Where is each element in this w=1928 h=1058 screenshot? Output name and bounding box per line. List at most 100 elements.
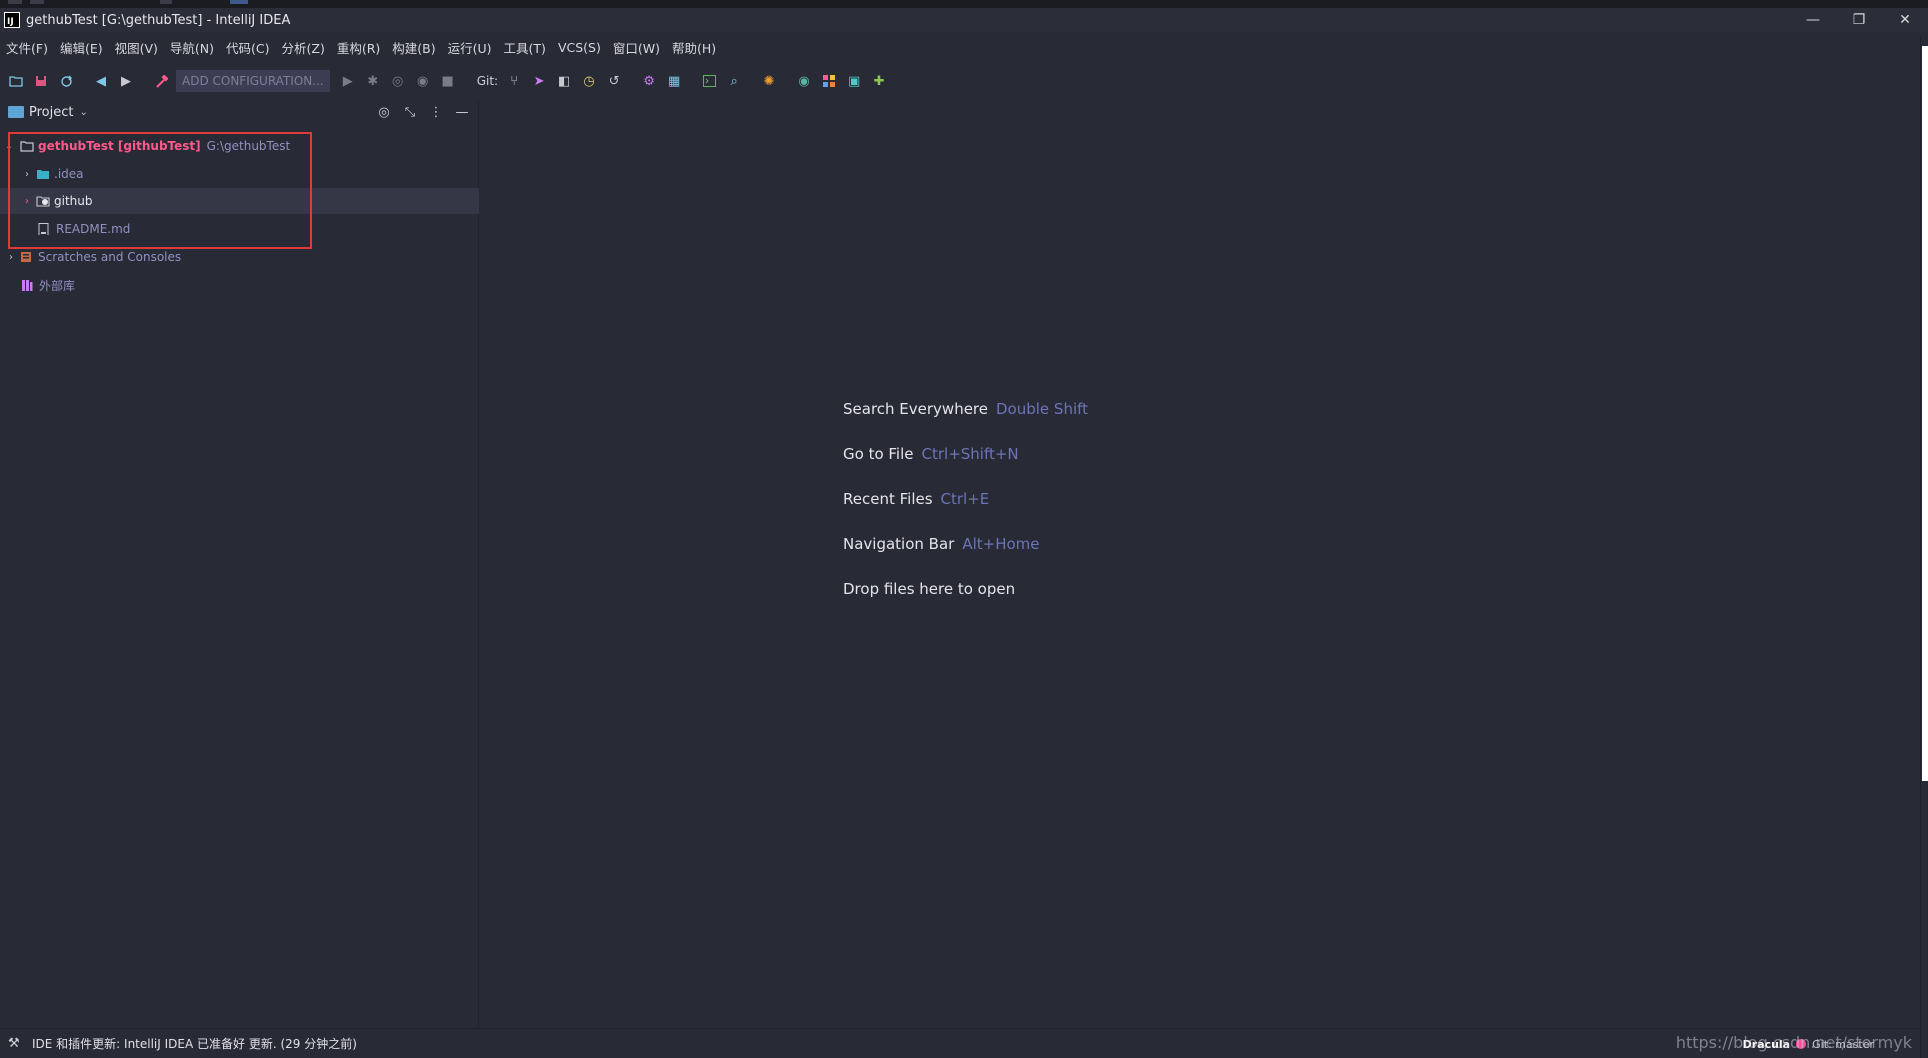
watermark-text: https://blog.csdn.net/stormyk [1675,1033,1912,1052]
menu-vcs[interactable]: VCS(S) [552,40,607,55]
puzzle-plugin-icon[interactable]: ✚ [869,71,889,91]
more-options-icon[interactable]: ⋮ [427,105,445,120]
debug-icon[interactable]: ✱ [363,71,383,91]
minimize-button[interactable]: — [1790,8,1836,32]
git-label: Git: [476,74,499,88]
welcome-action-label: Recent Files [843,490,933,508]
welcome-shortcut: Double Shift [996,400,1089,418]
main-toolbar: ◀ ▶ ADD CONFIGURATION... ▶ ✱ ◎ ◉ ■ Git: … [0,68,1920,94]
search-icon[interactable]: ⌕ [724,71,744,91]
welcome-action-label: Search Everywhere [843,400,988,418]
git-compare-icon[interactable]: ◧ [554,71,574,91]
taskbar-tab-active[interactable] [230,0,248,4]
tree-item-readme[interactable]: README.md [0,216,479,242]
tree-item-github[interactable]: › github [0,188,479,214]
tree-item-idea[interactable]: › .idea [0,161,479,187]
title-bar: IJ gethubTest [G:\gethubTest] - IntelliJ… [0,8,1928,32]
menu-help[interactable]: 帮助(H) [666,38,722,57]
welcome-shortcut: Alt+Home [962,535,1040,553]
colorful-grid-icon[interactable] [819,71,839,91]
os-taskbar-strip [0,0,1928,8]
stop-icon[interactable]: ■ [438,71,458,91]
chevron-right-icon[interactable]: › [22,169,32,180]
chevron-right-icon[interactable]: › [22,196,32,207]
collapse-all-icon[interactable]: ⤡ [401,105,419,120]
project-structure-icon[interactable]: ▦ [664,71,684,91]
tree-item-scratches[interactable]: › Scratches and Consoles [0,244,479,270]
menu-edit[interactable]: 编辑(E) [54,38,109,57]
git-update-icon[interactable]: ⑂ [504,71,524,91]
project-view-selector[interactable]: Project [29,105,73,120]
welcome-action-label: Go to File [843,445,914,463]
window-controls: — ❐ ✕ [1790,8,1928,32]
folder-icon [37,170,49,179]
build-hammer-icon[interactable] [151,71,171,91]
window-title: gethubTest [G:\gethubTest] - IntelliJ ID… [26,12,291,28]
status-message[interactable]: IDE 和插件更新: IntelliJ IDEA 已准备好 更新. (29 分钟… [32,1035,357,1052]
project-panel-header: Project ⌄ ◎ ⤡ ⋮ — [0,100,479,124]
hide-panel-icon[interactable]: — [453,105,471,120]
chevron-right-icon[interactable]: › [6,252,16,263]
scrollbar-thumb[interactable] [1922,46,1928,781]
chevron-down-icon[interactable]: ⌄ [79,107,87,118]
taskbar-tab[interactable] [8,0,22,4]
save-icon[interactable] [31,71,51,91]
project-root-path: G:\gethubTest [206,139,291,153]
welcome-action-label: Drop files here to open [843,580,1016,598]
welcome-shortcut: Ctrl+Shift+N [921,445,1019,463]
tree-item-project-root[interactable]: ⌄ gethubTest [githubTest] G:\gethubTest [0,133,479,159]
menu-navigate[interactable]: 导航(N) [164,38,220,57]
profile-icon[interactable]: ◉ [413,71,433,91]
vertical-scrollbar[interactable] [1920,36,1928,1058]
open-folder-icon[interactable] [6,71,26,91]
git-history-icon[interactable]: ◷ [579,71,599,91]
terminal-icon[interactable] [699,71,719,91]
tree-item-label: README.md [56,222,131,236]
run-icon[interactable]: ▶ [338,71,358,91]
menu-refactor[interactable]: 重构(R) [331,38,386,57]
scratches-icon [21,252,31,262]
menu-bar: 文件(F) 编辑(E) 视图(V) 导航(N) 代码(C) 分析(Z) 重构(R… [0,36,1920,58]
coverage-icon[interactable]: ◎ [388,71,408,91]
chevron-down-icon[interactable]: ⌄ [4,141,14,152]
close-button[interactable]: ✕ [1882,8,1928,32]
menu-tools[interactable]: 工具(T) [498,38,552,57]
settings-gear-icon[interactable]: ⚙ [639,71,659,91]
synchronize-icon[interactable] [56,71,76,91]
menu-view[interactable]: 视图(V) [109,38,164,57]
welcome-navigation-bar: Navigation Bar Alt+Home [843,535,1088,580]
welcome-shortcut: Ctrl+E [940,490,990,508]
welcome-action-label: Navigation Bar [843,535,955,553]
add-configuration-dropdown[interactable]: ADD CONFIGURATION... [176,70,330,92]
plugin-orange-icon[interactable]: ✺ [759,71,779,91]
git-push-icon[interactable]: ➤ [529,71,549,91]
tree-item-external-libraries[interactable]: 外部库 [0,272,479,298]
tree-item-label: .idea [54,167,84,181]
menu-run[interactable]: 运行(U) [442,38,498,57]
git-rollback-icon[interactable]: ↺ [604,71,624,91]
menu-code[interactable]: 代码(C) [220,38,275,57]
forward-arrow-icon[interactable]: ▶ [116,71,136,91]
menu-analyze[interactable]: 分析(Z) [276,38,331,57]
locate-target-icon[interactable]: ◎ [375,105,393,120]
taskbar-tab[interactable] [160,0,172,4]
restore-button[interactable]: ❐ [1836,8,1882,32]
folder-icon [20,141,34,152]
intellij-logo-icon: IJ [4,12,20,28]
tree-item-label: 外部库 [39,278,76,293]
ide-window: IJ gethubTest [G:\gethubTest] - IntelliJ… [0,0,1928,1058]
vcs-operations-icon[interactable]: ◉ [794,71,814,91]
frame-icon[interactable]: ▣ [844,71,864,91]
tree-item-label: github [54,194,93,208]
menu-file[interactable]: 文件(F) [0,38,54,57]
library-icon [22,280,33,291]
taskbar-tab[interactable] [30,0,44,4]
menu-window[interactable]: 窗口(W) [607,38,666,57]
panel-header-actions: ◎ ⤡ ⋮ — [367,100,471,124]
back-arrow-icon[interactable]: ◀ [91,71,111,91]
update-notification-icon[interactable]: ⚒ [8,1036,24,1051]
tree-item-label: Scratches and Consoles [38,250,182,264]
markdown-file-icon [38,223,49,235]
status-bar: ⚒ IDE 和插件更新: IntelliJ IDEA 已准备好 更新. (29 … [0,1028,1920,1058]
menu-build[interactable]: 构建(B) [386,38,441,57]
